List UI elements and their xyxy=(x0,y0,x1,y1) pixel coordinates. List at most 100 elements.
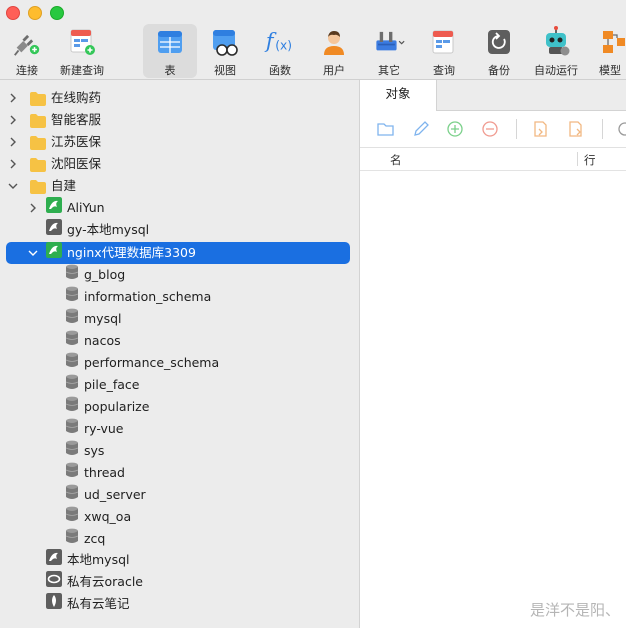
tools-icon xyxy=(373,26,405,58)
view-button[interactable]: 视图 xyxy=(198,24,252,78)
tree-group[interactable]: 智能客服 xyxy=(6,109,101,131)
tree-connection[interactable]: 本地mysql xyxy=(26,548,130,571)
database-label: ud_server xyxy=(84,487,146,502)
watermark: 是洋不是阳、 xyxy=(529,601,620,619)
edit-pencil-icon[interactable] xyxy=(412,120,430,138)
database-item[interactable]: mysql xyxy=(65,308,122,330)
tree-connection[interactable]: gy-本地mysql xyxy=(26,218,149,242)
database-label: thread xyxy=(84,465,125,480)
database-label: xwq_oa xyxy=(84,509,132,524)
remove-circle-icon[interactable] xyxy=(481,120,499,138)
svg-text:(x): (x) xyxy=(275,39,292,53)
user-button[interactable]: 用户 xyxy=(307,24,361,78)
chevron-down-icon[interactable] xyxy=(26,246,40,260)
column-divider xyxy=(577,152,578,166)
database-item[interactable]: information_schema xyxy=(65,286,211,308)
zoom-window-button[interactable] xyxy=(50,6,64,20)
database-item[interactable]: pile_face xyxy=(65,374,139,396)
folder-icon xyxy=(30,113,46,128)
database-icon xyxy=(65,330,79,353)
backup-button[interactable]: 备份 xyxy=(472,24,526,78)
minimize-window-button[interactable] xyxy=(28,6,42,20)
objects-pane: 对象 名 行 xyxy=(360,80,626,628)
database-item[interactable]: performance_schema xyxy=(65,352,219,374)
user-icon xyxy=(318,26,350,58)
tree-group[interactable]: 在线购药 xyxy=(6,87,101,109)
tree-connection[interactable]: AliYun xyxy=(26,196,105,220)
database-label: ry-vue xyxy=(84,421,124,436)
tree-group[interactable]: 沈阳医保 xyxy=(6,153,101,175)
column-name-header[interactable]: 名 xyxy=(390,152,402,168)
chevron-right-icon[interactable] xyxy=(6,157,20,171)
toolbar-divider xyxy=(516,119,517,139)
import-icon[interactable] xyxy=(532,120,550,138)
toolbar-divider xyxy=(602,119,603,139)
connection-sidebar: 在线购药 智能客服 江苏医保 沈阳医保 自建 AliYun gy-本地mysql xyxy=(0,80,360,628)
database-icon xyxy=(65,462,79,485)
chevron-down-icon[interactable] xyxy=(6,179,20,193)
chevron-right-icon[interactable] xyxy=(6,113,20,127)
database-item[interactable]: ry-vue xyxy=(65,418,124,440)
database-icon xyxy=(65,286,79,309)
add-circle-icon[interactable] xyxy=(446,120,464,138)
export-icon[interactable] xyxy=(567,120,585,138)
chevron-right-icon[interactable] xyxy=(6,135,20,149)
tree-group-expanded[interactable]: 自建 xyxy=(6,175,76,197)
table-button[interactable]: 表 xyxy=(143,24,197,78)
plug-icon xyxy=(11,26,43,58)
other-button[interactable]: 其它 xyxy=(362,24,416,78)
search-icon[interactable] xyxy=(616,120,626,138)
oracle-connection-icon xyxy=(46,570,62,594)
tab-bar: 对象 xyxy=(360,80,626,111)
database-label: g_blog xyxy=(84,267,126,282)
database-label: mysql xyxy=(84,311,122,326)
automation-button[interactable]: 自动运行 xyxy=(529,24,583,78)
close-window-button[interactable] xyxy=(6,6,20,20)
query-button[interactable]: 查询 xyxy=(417,24,471,78)
function-button[interactable]: f (x) 函数 xyxy=(253,24,307,78)
mysql-connection-icon xyxy=(46,196,62,220)
mysql-connection-icon xyxy=(46,218,62,242)
toolbar: 连接 新建查询 表 视图 f (x) 函数 用户 其它 查询 备份 自动运行 模… xyxy=(0,0,626,80)
database-item[interactable]: thread xyxy=(65,462,125,484)
robot-icon xyxy=(540,26,572,58)
tree-connection[interactable]: 私有云笔记 xyxy=(26,592,130,615)
database-item[interactable]: g_blog xyxy=(65,264,125,286)
connect-button[interactable]: 连接 xyxy=(0,24,54,78)
database-item[interactable]: nacos xyxy=(65,330,121,352)
model-icon xyxy=(594,26,626,58)
column-header: 名 行 xyxy=(360,148,626,171)
database-label: pile_face xyxy=(84,377,140,392)
database-icon xyxy=(65,264,79,287)
database-icon xyxy=(65,528,79,551)
database-item[interactable]: zcq xyxy=(65,528,105,550)
new-query-button[interactable]: 新建查询 xyxy=(55,24,109,78)
database-item[interactable]: ud_server xyxy=(65,484,146,506)
tree-connection[interactable]: 私有云oracle xyxy=(26,570,143,594)
database-item[interactable]: xwq_oa xyxy=(65,506,131,528)
window-controls xyxy=(6,6,64,20)
database-item[interactable]: sys xyxy=(65,440,104,462)
mysql-connection-icon xyxy=(46,241,62,265)
tree-group[interactable]: 江苏医保 xyxy=(6,131,101,153)
database-label: popularize xyxy=(84,399,150,414)
chevron-right-icon[interactable] xyxy=(6,91,20,105)
database-icon xyxy=(65,396,79,419)
query-icon xyxy=(428,26,460,58)
chevron-right-icon[interactable] xyxy=(26,201,40,215)
database-icon xyxy=(65,440,79,463)
folder-icon xyxy=(30,157,46,172)
folder-icon xyxy=(30,135,46,150)
folder-icon xyxy=(30,179,46,194)
tree-connection-selected[interactable]: nginx代理数据库3309 xyxy=(6,241,350,265)
database-item[interactable]: popularize xyxy=(65,396,149,418)
column-rows-header[interactable]: 行 xyxy=(584,152,596,168)
database-icon xyxy=(65,308,79,331)
model-button[interactable]: 模型 xyxy=(590,24,626,78)
database-icon xyxy=(65,506,79,529)
open-folder-icon[interactable] xyxy=(377,120,395,138)
tab-objects[interactable]: 对象 xyxy=(360,80,437,111)
object-toolbar xyxy=(360,111,626,148)
database-label: information_schema xyxy=(84,289,212,304)
database-icon xyxy=(65,484,79,507)
